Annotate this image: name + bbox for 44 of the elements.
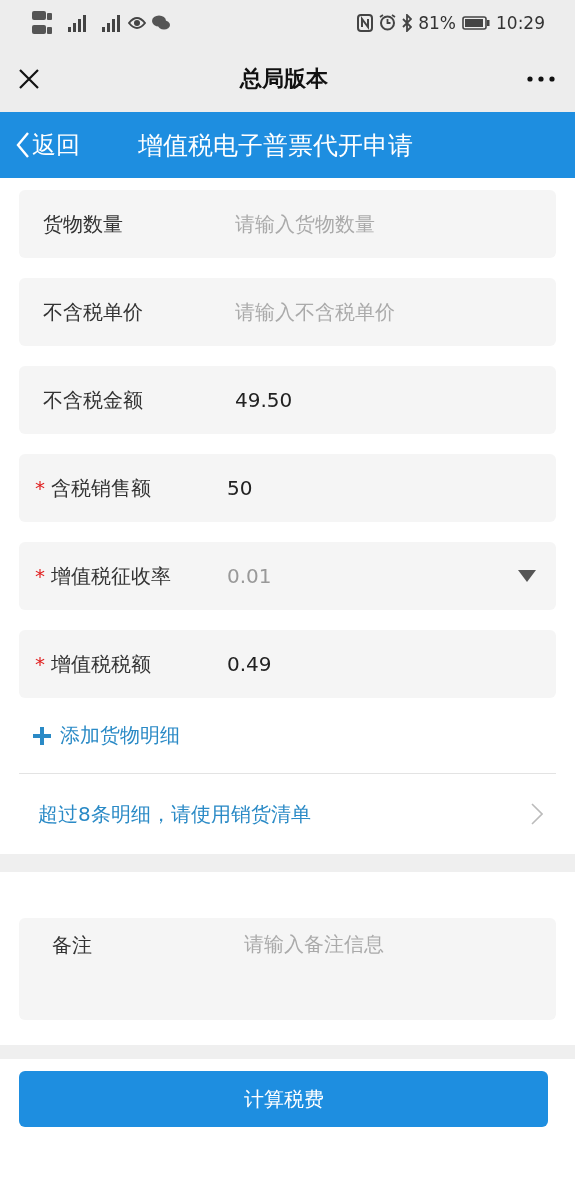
input-field[interactable]: 50 [227,476,536,500]
dropdown-arrow-icon [518,570,536,582]
field-label: 增值税税额 [51,650,152,678]
chat-icon [152,15,170,30]
close-icon[interactable] [18,67,40,90]
input-field[interactable]: 49.50 [235,388,536,412]
field-label: 货物数量 [43,210,124,238]
eye-icon [128,15,146,30]
form-field[interactable]: 货物数量 请输入货物数量 [19,190,556,258]
form-field[interactable]: 不含税单价 请输入不含税单价 [19,278,556,346]
battery-icon [462,15,490,30]
more-icon[interactable] [527,75,555,82]
nfc-icon [357,13,374,32]
chevron-left-icon [16,132,30,158]
plus-icon [32,725,52,746]
input-field[interactable]: 请输入不含税单价 [235,300,536,324]
field-label: 不含税金额 [43,386,144,414]
form-field[interactable]: 不含税金额 49.50 [19,366,556,434]
required-mark: * [35,564,46,588]
form-field[interactable]: * 增值税税额 0.49 [19,630,556,698]
page-title: 总局版本 [239,64,328,93]
bluetooth-icon [402,13,413,32]
input-field[interactable]: 请输入备注信息 [244,932,536,956]
field-label: 不含税单价 [43,298,144,326]
field-label: 备注 [52,932,93,959]
field-label: 增值税征收率 [51,562,172,590]
add-detail-button[interactable]: 添加货物明细 [32,722,180,749]
input-field[interactable]: 0.49 [227,652,536,676]
header-title: 增值税电子普票代开申请 [138,129,413,162]
clock-time: 10:29 [496,12,545,33]
alarm-icon [379,14,397,31]
remark-field[interactable]: 备注 请输入备注信息 [19,918,556,1020]
required-mark: * [35,476,46,500]
calculate-button[interactable]: 计算税费 [19,1071,548,1127]
battery-percent: 81% [418,12,456,33]
sim-status-icon [32,9,54,36]
form-field[interactable]: * 含税销售额 50 [19,454,556,522]
field-label: 含税销售额 [51,474,152,502]
required-mark: * [35,652,46,676]
back-button[interactable]: 返回 [16,129,80,161]
input-field[interactable]: 请输入货物数量 [235,212,536,236]
form-field[interactable]: * 增值税征收率 0.01 [19,542,556,610]
select-value: 0.01 [227,564,273,588]
chevron-right-icon [531,803,543,825]
